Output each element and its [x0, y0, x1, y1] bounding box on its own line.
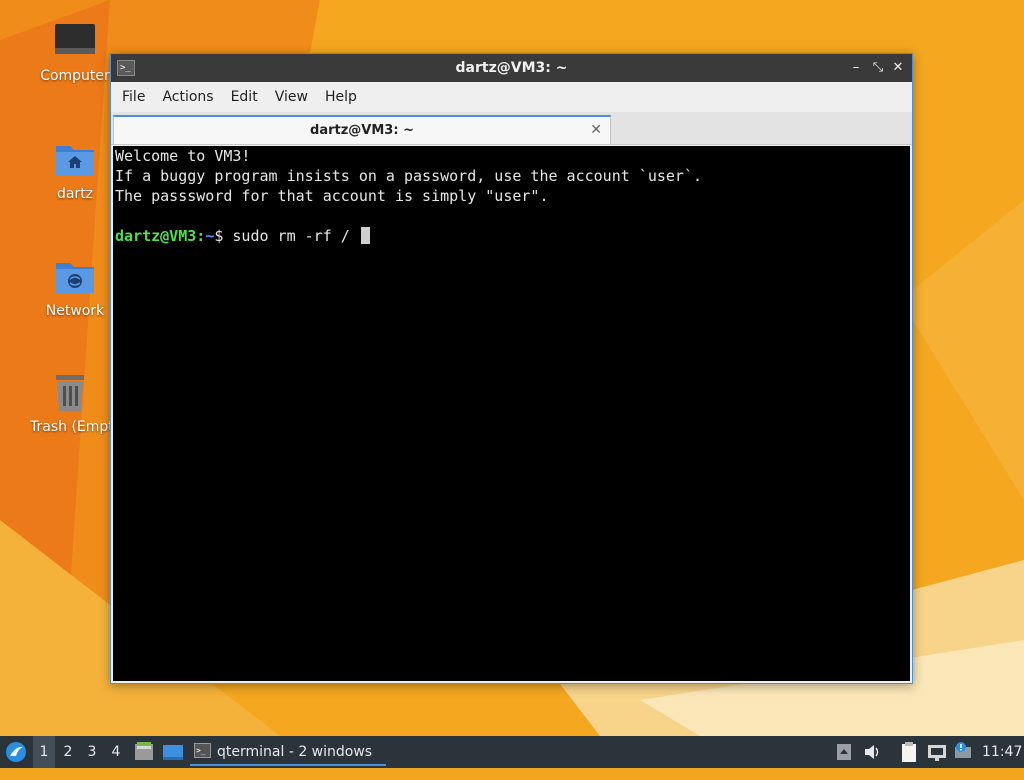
tab-title: dartz@VM3: ~ [310, 123, 414, 138]
desktop-icon-computer[interactable]: Computer [30, 22, 120, 84]
show-desktop-button[interactable] [161, 736, 185, 768]
workspace-3[interactable]: 3 [81, 736, 103, 768]
terminal-output[interactable]: Welcome to VM3! If a buggy program insis… [113, 146, 910, 681]
prompt-path: ~ [205, 227, 215, 245]
workspace-4[interactable]: 4 [105, 736, 127, 768]
menu-bar: File Actions Edit View Help [111, 82, 912, 112]
terminal-line: The passsword for that account is simply… [115, 187, 549, 205]
text-cursor [360, 227, 370, 244]
desktop-icon-trash[interactable]: Trash (Empty) [30, 373, 110, 435]
desktop-icon-dartz[interactable]: dartz [30, 140, 120, 202]
desktop-icon-network[interactable]: Network [30, 257, 120, 319]
home-folder-icon [53, 140, 97, 180]
network-icon [928, 745, 946, 761]
minimize-button[interactable]: – [846, 58, 866, 78]
update-notifier-button[interactable] [952, 736, 974, 768]
task-label: qterminal - 2 windows [217, 744, 373, 760]
menu-help[interactable]: Help [318, 82, 364, 112]
trash-icon [48, 373, 92, 413]
network-folder-icon [53, 257, 97, 297]
taskbar: 1 2 3 4 >_ qterminal - 2 windows 11:47 [0, 736, 1024, 768]
taskbar-task-qterminal[interactable]: >_ qterminal - 2 windows [190, 738, 386, 766]
menu-file[interactable]: File [115, 82, 152, 112]
show-desktop-icon [163, 745, 183, 760]
tray-expand-button[interactable] [834, 736, 854, 768]
file-manager-icon [135, 742, 153, 760]
tab-terminal[interactable]: dartz@VM3: ~ ✕ [113, 115, 611, 144]
maximize-button[interactable]: ⤡ [868, 58, 888, 78]
workspace-2[interactable]: 2 [57, 736, 79, 768]
update-notification-icon [955, 742, 971, 758]
terminal-prompt-line: dartz@VM3:~$ sudo rm -rf / [115, 226, 908, 246]
volume-button[interactable] [862, 736, 882, 768]
clipboard-button[interactable] [898, 736, 920, 768]
tab-bar: dartz@VM3: ~ ✕ [111, 112, 912, 145]
start-menu-button[interactable] [3, 736, 29, 768]
terminal-line: If a buggy program insists on a password… [115, 167, 702, 185]
clipboard-icon [902, 742, 916, 762]
network-button[interactable] [926, 736, 948, 768]
file-manager-launcher[interactable] [133, 736, 155, 768]
terminal-command: sudo rm -rf / [223, 227, 359, 245]
window-title: dartz@VM3: ~ [455, 60, 568, 76]
terminal-line: Welcome to VM3! [115, 147, 251, 165]
desktop-icon-label: Trash (Empty) [30, 419, 110, 435]
desktop-icon-label: Computer [40, 68, 110, 84]
close-button[interactable]: ✕ [888, 58, 908, 78]
clock[interactable]: 11:47 [982, 736, 1022, 768]
menu-edit[interactable]: Edit [224, 82, 265, 112]
window-titlebar[interactable]: >_ dartz@VM3: ~ – ⤡ ✕ [111, 54, 912, 82]
terminal-task-icon: >_ [194, 743, 211, 758]
desktop-icon-label: dartz [56, 186, 94, 202]
tab-close-icon[interactable]: ✕ [590, 117, 602, 144]
computer-icon [53, 22, 97, 62]
lubuntu-logo-icon [6, 742, 26, 762]
desktop-icon-label: Network [45, 303, 105, 319]
volume-icon [865, 745, 879, 759]
menu-actions[interactable]: Actions [155, 82, 220, 112]
prompt-user: dartz@VM3 [115, 227, 197, 245]
tray-arrow-icon [837, 744, 851, 760]
terminal-window[interactable]: >_ dartz@VM3: ~ – ⤡ ✕ File Actions Edit … [110, 53, 913, 684]
workspace-1[interactable]: 1 [33, 736, 55, 768]
menu-view[interactable]: View [268, 82, 315, 112]
prompt-separator: : [196, 227, 206, 245]
